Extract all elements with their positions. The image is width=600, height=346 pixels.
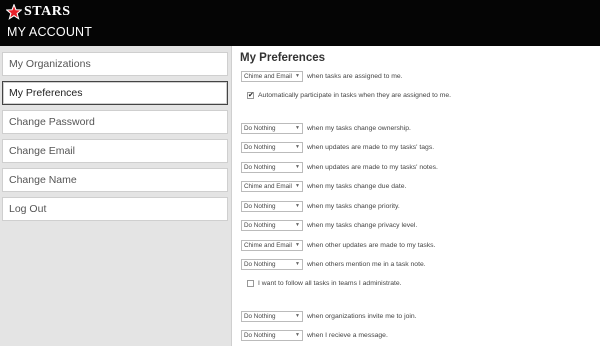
checkbox-label: Automatically participate in tasks when … — [258, 91, 452, 99]
notification-select[interactable]: Do Nothing ▼ — [241, 141, 303, 153]
chevron-down-icon: ▼ — [295, 332, 300, 338]
pref-label: when updates are made to my tasks' tags. — [307, 143, 435, 151]
chevron-down-icon: ▼ — [295, 242, 300, 248]
chevron-down-icon: ▼ — [295, 125, 300, 131]
select-value: Do Nothing — [244, 260, 276, 268]
notification-select[interactable]: Do Nothing ▼ — [241, 122, 303, 134]
page-title: MY ACCOUNT — [7, 25, 93, 39]
pref-label: when I recieve a message. — [307, 331, 388, 339]
chevron-down-icon: ▼ — [295, 144, 300, 150]
pref-row-ownership: Do Nothing ▼ when my tasks change ownersh… — [241, 122, 411, 134]
chevron-down-icon: ▼ — [295, 313, 300, 319]
select-value: Do Nothing — [244, 331, 276, 339]
chevron-down-icon: ▼ — [295, 203, 300, 209]
pref-label: when other updates are made to my tasks. — [307, 241, 436, 249]
pref-row-auto-participate: ✔ Automatically participate in tasks whe… — [247, 90, 451, 100]
notification-select[interactable]: Do Nothing ▼ — [241, 200, 303, 212]
notification-select[interactable]: Do Nothing ▼ — [241, 161, 303, 173]
notification-select[interactable]: Chime and Email ▼ — [241, 180, 303, 192]
stars-logo[interactable]: STARS — [6, 4, 71, 20]
pref-label: when my tasks change priority. — [307, 202, 400, 210]
select-value: Do Nothing — [244, 124, 276, 132]
pref-label: when others mention me in a task note. — [307, 260, 426, 268]
chevron-down-icon: ▼ — [295, 183, 300, 189]
pref-row-task-assigned: Chime and Email ▼ when tasks are assigned… — [241, 70, 403, 82]
star-logo-icon — [6, 4, 22, 20]
pref-row-privacy: Do Nothing ▼ when my tasks change privacy… — [241, 219, 417, 231]
section-title: My Preferences — [240, 52, 326, 64]
sidebar-item-change-email[interactable]: Change Email — [2, 139, 228, 163]
sidebar-item-change-name[interactable]: Change Name — [2, 168, 228, 192]
sidebar: My Organizations My Preferences Change P… — [0, 46, 232, 346]
pref-label: when my tasks change ownership. — [307, 124, 411, 132]
preferences-panel: My Preferences Chime and Email ▼ when tas… — [233, 46, 600, 346]
sidebar-item-log-out[interactable]: Log Out — [2, 197, 228, 221]
pref-row-notes: Do Nothing ▼ when updates are made to my … — [241, 161, 438, 173]
select-value: Chime and Email — [244, 182, 292, 190]
notification-select[interactable]: Chime and Email ▼ — [241, 70, 303, 82]
pref-row-due-date: Chime and Email ▼ when my tasks change du… — [241, 180, 406, 192]
sidebar-item-my-organizations[interactable]: My Organizations — [2, 52, 228, 76]
select-value: Chime and Email — [244, 72, 292, 80]
pref-row-message: Do Nothing ▼ when I recieve a message. — [241, 329, 388, 341]
select-value: Do Nothing — [244, 202, 276, 210]
select-value: Do Nothing — [244, 221, 276, 229]
pref-row-mentions: Do Nothing ▼ when others mention me in a … — [241, 258, 426, 270]
sidebar-item-change-password[interactable]: Change Password — [2, 110, 228, 134]
notification-select[interactable]: Do Nothing ▼ — [241, 310, 303, 322]
pref-row-follow-teams: I want to follow all tasks in teams I ad… — [247, 278, 402, 288]
pref-row-org-invite: Do Nothing ▼ when organizations invite me… — [241, 310, 417, 322]
app-header: STARS MY ACCOUNT — [0, 0, 600, 46]
pref-label: when updates are made to my tasks' notes… — [307, 163, 438, 171]
follow-teams-checkbox[interactable] — [247, 279, 254, 287]
notification-select[interactable]: Chime and Email ▼ — [241, 239, 303, 251]
select-value: Do Nothing — [244, 163, 276, 171]
chevron-down-icon: ▼ — [295, 222, 300, 228]
notification-select[interactable]: Do Nothing ▼ — [241, 258, 303, 270]
notification-select[interactable]: Do Nothing ▼ — [241, 219, 303, 231]
notification-select[interactable]: Do Nothing ▼ — [241, 329, 303, 341]
pref-label: when organizations invite me to join. — [307, 312, 417, 320]
pref-row-priority: Do Nothing ▼ when my tasks change priorit… — [241, 200, 400, 212]
select-value: Chime and Email — [244, 241, 292, 249]
pref-label: when my tasks change due date. — [307, 182, 407, 190]
auto-participate-checkbox[interactable]: ✔ — [247, 91, 254, 99]
checkbox-label: I want to follow all tasks in teams I ad… — [258, 279, 402, 287]
pref-row-tags: Do Nothing ▼ when updates are made to my … — [241, 141, 434, 153]
logo-text: STARS — [24, 4, 71, 19]
chevron-down-icon: ▼ — [295, 73, 300, 79]
sidebar-item-my-preferences[interactable]: My Preferences — [2, 81, 228, 105]
pref-row-other-updates: Chime and Email ▼ when other updates are … — [241, 239, 435, 251]
chevron-down-icon: ▼ — [295, 164, 300, 170]
select-value: Do Nothing — [244, 312, 276, 320]
pref-label: when my tasks change privacy level. — [307, 221, 418, 229]
select-value: Do Nothing — [244, 143, 276, 151]
chevron-down-icon: ▼ — [295, 261, 300, 267]
pref-label: when tasks are assigned to me. — [307, 72, 403, 80]
